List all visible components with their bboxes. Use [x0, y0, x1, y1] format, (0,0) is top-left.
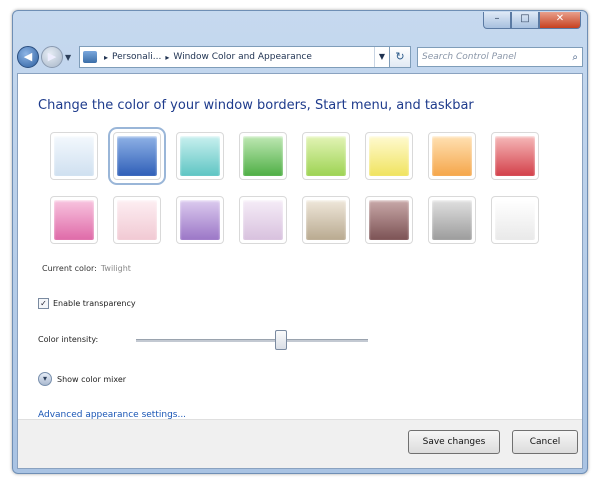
control-panel-window: – □ ✕ ◀ ▶ ▼ ▸ Personali... ▸ Window Colo…	[12, 10, 588, 474]
color-swatch-fill	[495, 136, 535, 176]
color-swatch-leaf[interactable]	[239, 132, 287, 180]
color-swatch-fill	[432, 200, 472, 240]
color-swatch-fill	[117, 136, 157, 176]
back-arrow-icon[interactable]: ◀	[17, 46, 39, 68]
color-mixer-expander[interactable]: ▾ Show color mixer	[38, 372, 126, 386]
color-swatch-blush[interactable]	[113, 196, 161, 244]
transparency-option[interactable]: ✓ Enable transparency	[38, 298, 136, 309]
refresh-icon[interactable]: ↻	[390, 46, 411, 68]
color-swatch-fill	[180, 200, 220, 240]
color-swatch-fill	[306, 136, 346, 176]
chevron-right-icon: ▸	[104, 52, 109, 62]
navigation-bar: ◀ ▶ ▼ ▸ Personali... ▸ Window Color and …	[17, 45, 583, 69]
search-placeholder: Search Control Panel	[422, 52, 517, 62]
current-color-label: Current color:	[42, 264, 97, 273]
forward-arrow-icon[interactable]: ▶	[41, 46, 63, 68]
search-icon[interactable]: ⌕	[572, 52, 578, 63]
color-swatch-frost[interactable]	[491, 196, 539, 244]
intensity-label: Color intensity:	[38, 335, 99, 344]
color-swatch-fill	[117, 200, 157, 240]
save-changes-button[interactable]: Save changes	[408, 430, 500, 454]
color-swatch-taupe[interactable]	[302, 196, 350, 244]
footer-bar: Save changes Cancel	[18, 419, 582, 468]
breadcrumb-window-color[interactable]: Window Color and Appearance	[173, 52, 312, 62]
maximize-button[interactable]: □	[511, 12, 539, 29]
close-button[interactable]: ✕	[539, 12, 581, 29]
color-swatch-violet[interactable]	[176, 196, 224, 244]
current-color: Current color: Twilight	[42, 264, 131, 273]
address-dropdown-icon[interactable]: ▼	[373, 47, 389, 67]
chevron-right-icon: ▸	[165, 52, 170, 62]
address-bar[interactable]: ▸ Personali... ▸ Window Color and Appear…	[79, 46, 390, 68]
color-swatch-fill	[54, 200, 94, 240]
color-swatch-fill	[306, 200, 346, 240]
color-swatch-fill	[432, 136, 472, 176]
color-swatch-lavender[interactable]	[239, 196, 287, 244]
color-swatch-lime[interactable]	[302, 132, 350, 180]
color-swatch-fill	[495, 200, 535, 240]
color-swatch-fill	[369, 136, 409, 176]
color-swatch-slate[interactable]	[428, 196, 476, 244]
color-swatch-fuchsia[interactable]	[50, 196, 98, 244]
color-swatch-chocolate[interactable]	[365, 196, 413, 244]
color-swatch-sky[interactable]	[50, 132, 98, 180]
minimize-button[interactable]: –	[483, 12, 511, 29]
control-panel-icon	[83, 51, 97, 63]
window-controls: – □ ✕	[483, 12, 581, 29]
color-swatch-fill	[243, 200, 283, 240]
color-swatch-fill	[243, 136, 283, 176]
color-swatch-twilight[interactable]	[108, 127, 166, 185]
current-color-value: Twilight	[100, 264, 131, 273]
color-swatch-fill	[180, 136, 220, 176]
cancel-button[interactable]: Cancel	[512, 430, 578, 454]
recent-pages-dropdown-icon[interactable]: ▼	[65, 53, 75, 62]
page-title: Change the color of your window borders,…	[38, 98, 474, 113]
color-swatch-sea[interactable]	[176, 132, 224, 180]
color-swatch-ruby[interactable]	[491, 132, 539, 180]
color-swatch-fill	[54, 136, 94, 176]
intensity-slider-track[interactable]	[136, 339, 368, 342]
breadcrumb-personalization[interactable]: Personali...	[112, 52, 161, 62]
transparency-checkbox[interactable]: ✓	[38, 298, 49, 309]
color-swatch-fill	[369, 200, 409, 240]
content-area: Change the color of your window borders,…	[17, 73, 583, 469]
chevron-down-icon[interactable]: ▾	[38, 372, 52, 386]
intensity-slider-thumb[interactable]	[274, 330, 287, 350]
transparency-label: Enable transparency	[53, 299, 136, 308]
color-mixer-label: Show color mixer	[57, 374, 127, 384]
search-input[interactable]: Search Control Panel ⌕	[417, 47, 583, 67]
color-swatch-tangerine[interactable]	[428, 132, 476, 180]
color-swatch-lemon[interactable]	[365, 132, 413, 180]
